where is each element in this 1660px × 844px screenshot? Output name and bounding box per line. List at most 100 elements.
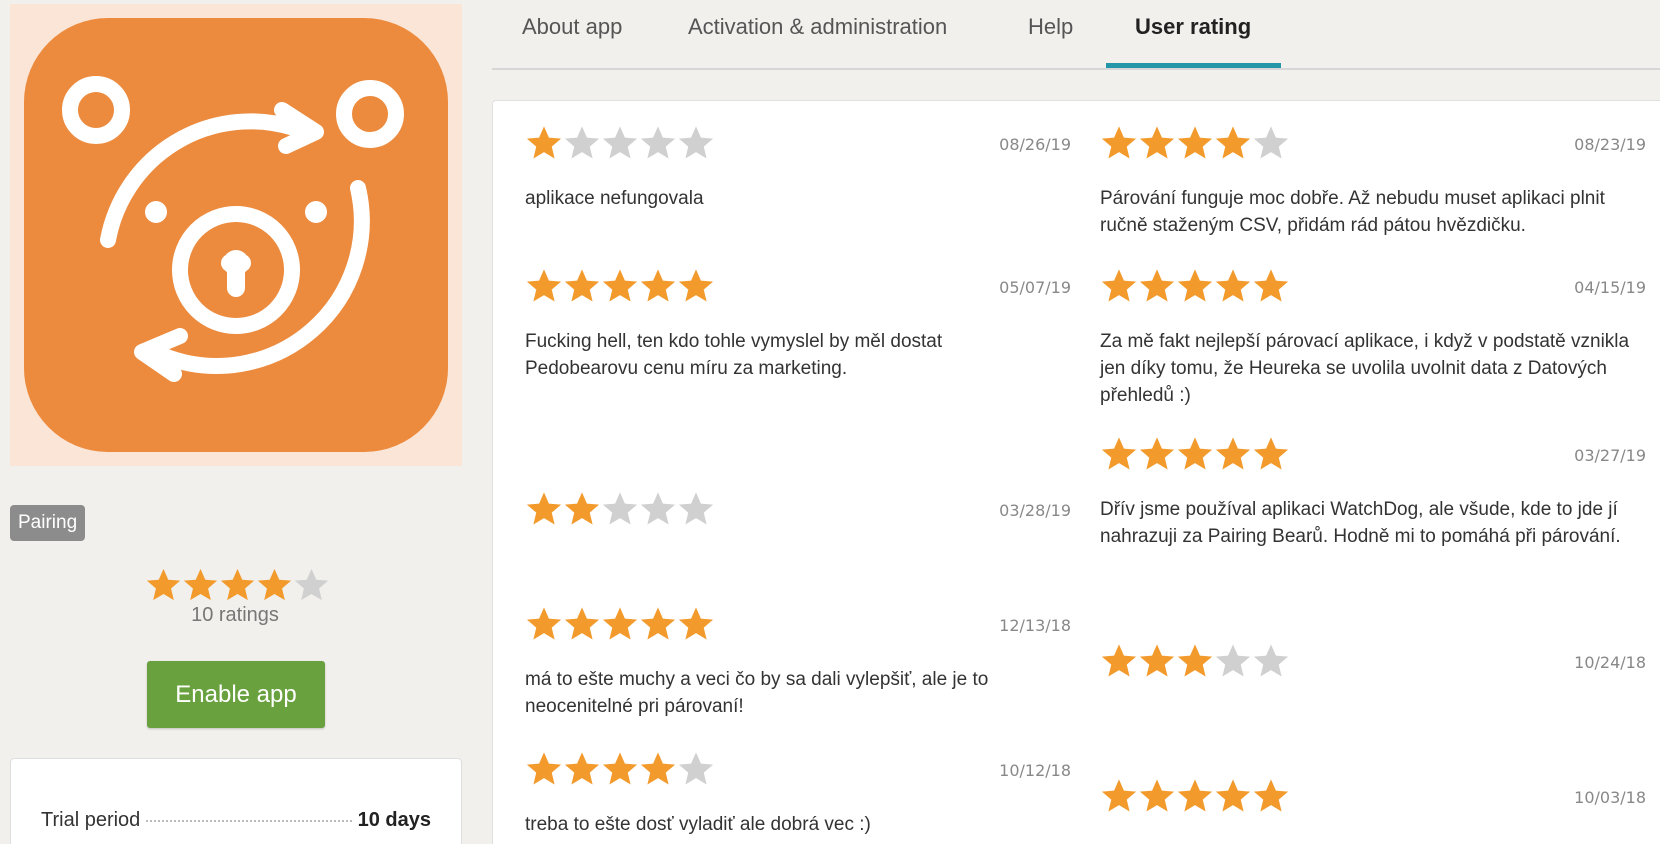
star-filled-icon: [1139, 126, 1175, 159]
star-empty-icon: [640, 492, 676, 525]
star-filled-icon: [1139, 779, 1175, 812]
star-empty-icon: [678, 126, 714, 159]
review-text: aplikace nefungovala: [525, 188, 704, 209]
star-empty-icon: [602, 126, 638, 159]
review-stars: [1100, 641, 1290, 681]
star-empty-icon: [640, 126, 676, 159]
star-filled-icon: [1177, 126, 1213, 159]
review-stars: [525, 123, 715, 163]
category-tag: Pairing: [10, 505, 86, 541]
bear-icon: [62, 76, 404, 382]
review-stars: [525, 749, 715, 789]
tab-activation-administration[interactable]: Activation & administration: [688, 14, 947, 70]
star-filled-icon: [1215, 269, 1251, 302]
enable-app-button[interactable]: Enable app: [147, 661, 325, 728]
review-text: Za mě fakt nejlepší párovací aplikace, i…: [1100, 331, 1630, 406]
star-filled-icon: [1177, 437, 1213, 470]
star-empty-icon: [564, 126, 600, 159]
star-filled-icon: [602, 607, 638, 640]
star-filled-icon: [526, 492, 562, 525]
reviews-panel: 08/26/19 aplikace nefungovala 08/23/19 P…: [492, 100, 1660, 844]
trial-period-label: Trial period: [41, 809, 141, 831]
star-filled-icon: [1215, 126, 1251, 159]
trial-period-row: Trial period 10 days: [41, 809, 431, 832]
star-filled-icon: [257, 568, 292, 601]
review-date: 05/07/19: [999, 278, 1071, 297]
star-filled-icon: [1177, 644, 1213, 677]
tab-bar: About app Activation & administration He…: [492, 0, 1660, 70]
info-card: Trial period 10 days: [10, 758, 462, 844]
review-stars: [525, 489, 715, 529]
tab-user-rating[interactable]: User rating: [1135, 14, 1251, 70]
review-date: 10/24/18: [1574, 653, 1646, 672]
tab-about-app[interactable]: About app: [522, 14, 622, 70]
dotted-leader: [146, 820, 352, 822]
star-empty-icon: [678, 492, 714, 525]
tab-help[interactable]: Help: [1028, 14, 1073, 70]
star-filled-icon: [1253, 437, 1289, 470]
star-filled-icon: [146, 568, 181, 601]
review-text: má to ešte muchy a veci čo by sa dali vy…: [525, 669, 989, 717]
review-date: 10/03/18: [1574, 788, 1646, 807]
star-filled-icon: [1253, 779, 1289, 812]
star-filled-icon: [564, 492, 600, 525]
active-tab-indicator: [1106, 63, 1281, 68]
star-filled-icon: [526, 126, 562, 159]
star-filled-icon: [1101, 269, 1137, 302]
review-date: 12/13/18: [999, 616, 1071, 635]
review-stars: [1100, 123, 1290, 163]
star-filled-icon: [564, 269, 600, 302]
star-filled-icon: [1101, 437, 1137, 470]
star-filled-icon: [564, 607, 600, 640]
star-filled-icon: [1101, 779, 1137, 812]
star-filled-icon: [602, 752, 638, 785]
review-text: Fucking hell, ten kdo tohle vymyslel by …: [525, 331, 943, 379]
trial-period-value: 10 days: [357, 809, 431, 831]
star-filled-icon: [640, 607, 676, 640]
star-filled-icon: [220, 568, 255, 601]
review-date: 04/15/19: [1574, 278, 1646, 297]
star-filled-icon: [640, 269, 676, 302]
bear-pairing-app-icon: [24, 18, 448, 452]
review-date: 08/23/19: [1574, 135, 1646, 154]
star-filled-icon: [1139, 644, 1175, 677]
star-filled-icon: [1139, 437, 1175, 470]
star-empty-icon: [1253, 644, 1289, 677]
star-filled-icon: [564, 752, 600, 785]
review-text: Párování funguje moc dobře. Až nebudu mu…: [1100, 188, 1605, 236]
review-stars: [1100, 434, 1290, 474]
rating-count: 10 ratings: [191, 604, 279, 626]
star-filled-icon: [1101, 644, 1137, 677]
star-filled-icon: [1215, 779, 1251, 812]
star-empty-icon: [678, 752, 714, 785]
star-empty-icon: [1215, 644, 1251, 677]
star-empty-icon: [1253, 126, 1289, 159]
review-stars: [1100, 266, 1290, 306]
star-filled-icon: [1177, 269, 1213, 302]
review-text: Dřív jsme používal aplikaci WatchDog, al…: [1100, 499, 1621, 547]
star-filled-icon: [602, 269, 638, 302]
star-filled-icon: [1253, 269, 1289, 302]
star-filled-icon: [640, 752, 676, 785]
star-empty-icon: [294, 568, 329, 601]
star-filled-icon: [526, 752, 562, 785]
star-filled-icon: [1101, 126, 1137, 159]
star-filled-icon: [526, 607, 562, 640]
review-stars: [525, 604, 715, 644]
star-filled-icon: [678, 269, 714, 302]
review-date: 03/28/19: [999, 501, 1071, 520]
review-date: 10/12/18: [999, 761, 1071, 780]
star-filled-icon: [1139, 269, 1175, 302]
review-text: treba to ešte dosť vyladiť ale dobrá vec…: [525, 814, 871, 835]
app-icon-frame: [10, 4, 462, 466]
review-date: 03/27/19: [1574, 446, 1646, 465]
star-filled-icon: [1177, 779, 1213, 812]
star-filled-icon: [183, 568, 218, 601]
star-filled-icon: [526, 269, 562, 302]
review-date: 08/26/19: [999, 135, 1071, 154]
star-empty-icon: [602, 492, 638, 525]
star-filled-icon: [678, 607, 714, 640]
review-stars: [525, 266, 715, 306]
review-stars: [1100, 776, 1290, 816]
average-rating-stars: [145, 566, 330, 604]
